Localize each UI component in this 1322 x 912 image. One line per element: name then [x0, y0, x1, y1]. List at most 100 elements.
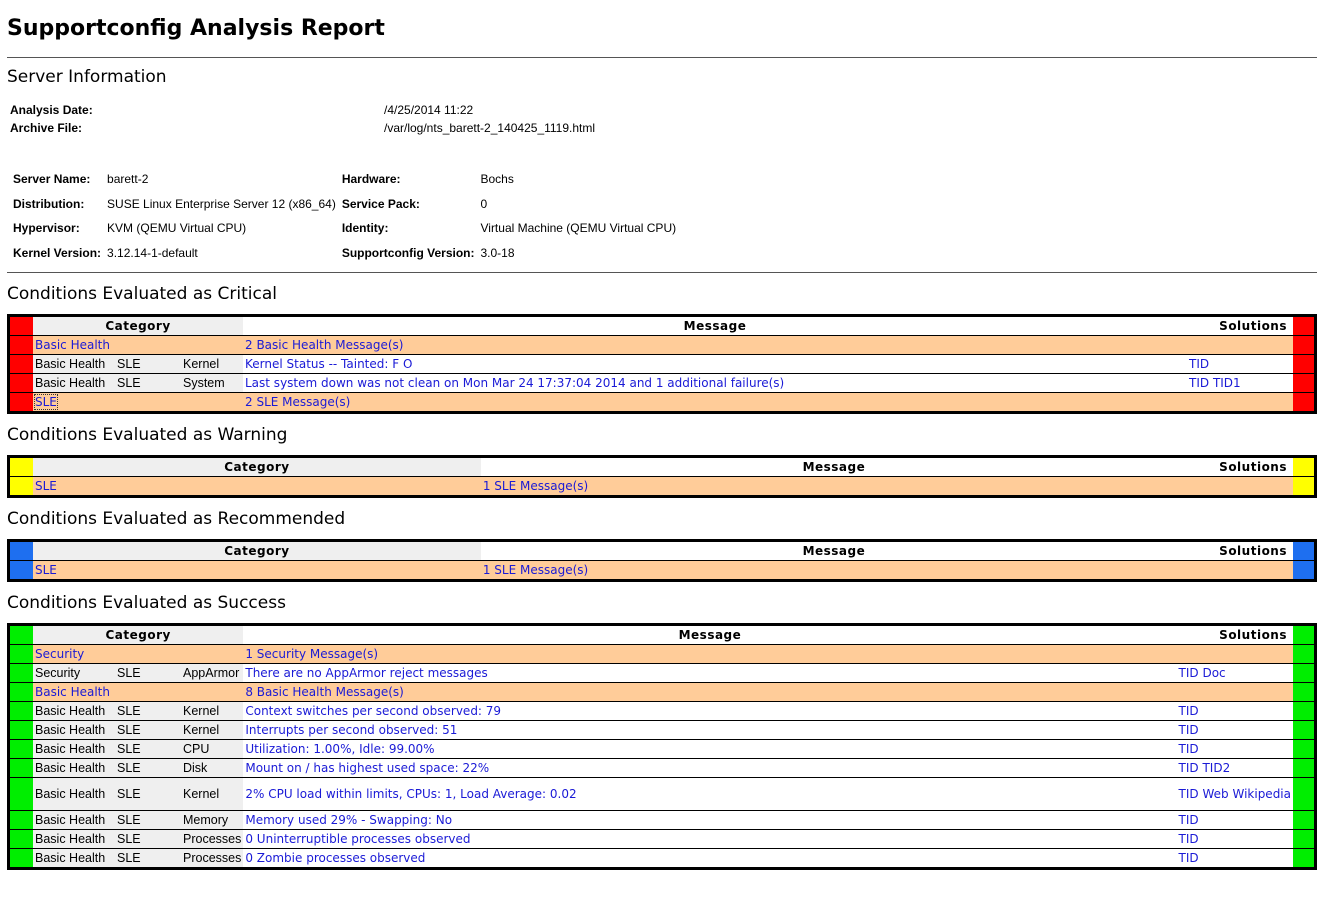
group-category-link[interactable]: SLE: [35, 563, 57, 577]
title-divider: [7, 57, 1317, 58]
group-message-cell: 8 Basic Health Message(s): [243, 682, 1177, 702]
category-cell: SLE: [115, 663, 181, 683]
severity-cell: [1293, 476, 1316, 497]
solutions-cell: TID: [1187, 354, 1293, 374]
solution-link-tid1[interactable]: TID1: [1213, 376, 1241, 390]
category-cell: SLE: [115, 829, 181, 849]
component-cell: Kernel: [181, 701, 244, 721]
message-link[interactable]: Interrupts per second observed: 51: [245, 723, 457, 737]
class-cell: Basic Health: [33, 701, 115, 721]
severity-cell: [1293, 560, 1316, 581]
kernel-version-value: 3.12.14-1-default: [107, 245, 198, 260]
message-link[interactable]: 2% CPU load within limits, CPUs: 1, Load…: [245, 787, 576, 801]
class-cell: Basic Health: [33, 777, 115, 811]
solution-link-doc[interactable]: Doc: [1202, 666, 1225, 680]
table-row: Basic Health SLE CPU Utilization: 1.00%, Id…: [8, 739, 1316, 759]
severity-cell: [1293, 373, 1316, 393]
component-cell: Disk: [181, 758, 244, 778]
category-column-header: Category: [33, 456, 481, 477]
message-link[interactable]: Kernel Status -- Tainted: F O: [245, 357, 412, 371]
message-link[interactable]: 0 Zombie processes observed: [245, 851, 425, 865]
solution-link-tid[interactable]: TID: [1179, 813, 1199, 827]
group-message-link[interactable]: 2 Basic Health Message(s): [245, 338, 403, 352]
solution-link-tid[interactable]: TID: [1179, 723, 1199, 737]
group-message-link[interactable]: 1 SLE Message(s): [483, 479, 588, 493]
group-category-link[interactable]: SLE: [34, 394, 58, 410]
solution-link-tid[interactable]: TID: [1189, 376, 1209, 390]
severity-cell: [1293, 392, 1316, 413]
category-column-header: Category: [33, 540, 481, 561]
solution-link-tid[interactable]: TID: [1179, 851, 1199, 865]
archive-file-value: /var/log/nts_barett-2_140425_1119.html: [384, 121, 596, 135]
solution-link-tid[interactable]: TID: [1179, 787, 1199, 801]
group-message-cell: 1 SLE Message(s): [480, 560, 1187, 581]
report-page: Supportconfig Analysis Report Server Inf…: [0, 0, 1322, 870]
group-message-cell: 1 SLE Message(s): [480, 476, 1187, 497]
group-category-cell: SLE: [33, 476, 481, 497]
solutions-cell: TID TID1: [1187, 373, 1293, 393]
hardware-label: Hardware:: [341, 172, 401, 187]
critical-section-heading: Conditions Evaluated as Critical: [7, 284, 277, 304]
solution-link-tid[interactable]: TID: [1189, 357, 1209, 371]
message-cell: Mount on / has highest used space: 22%: [243, 758, 1177, 778]
severity-cell: [8, 476, 33, 497]
component-cell: AppArmor: [181, 663, 244, 683]
recommended-severity-bar-right: [1293, 540, 1316, 561]
message-cell: Memory used 29% - Swapping: No: [243, 810, 1177, 830]
solution-link-tid[interactable]: TID: [1179, 742, 1199, 756]
table-row: Basic Health SLE Kernel Interrupts per seco…: [8, 720, 1316, 740]
group-category-link[interactable]: Security: [35, 647, 84, 661]
group-message-link[interactable]: 2 SLE Message(s): [245, 395, 350, 409]
severity-cell: [1293, 682, 1316, 702]
message-link[interactable]: 0 Uninterruptible processes observed: [245, 832, 470, 846]
group-message-cell: 2 SLE Message(s): [243, 392, 1187, 413]
solutions-cell: [1187, 335, 1293, 355]
severity-cell: [8, 392, 33, 413]
warning-severity-bar-right: [1293, 456, 1316, 477]
component-cell: Kernel: [181, 354, 243, 374]
solutions-cell: TID: [1176, 701, 1293, 721]
solution-link-tid2[interactable]: TID2: [1202, 761, 1230, 775]
service-pack-value: 0: [480, 196, 488, 211]
solution-link-tid[interactable]: TID: [1179, 666, 1199, 680]
group-category-cell: Security: [33, 644, 244, 664]
message-column-header: Message: [480, 540, 1187, 561]
solution-link-wikipedia[interactable]: Wikipedia: [1232, 787, 1291, 801]
severity-cell: [8, 739, 33, 759]
message-link[interactable]: Context switches per second observed: 79: [245, 704, 501, 718]
solutions-cell: [1176, 682, 1293, 702]
message-link[interactable]: Last system down was not clean on Mon Ma…: [245, 376, 784, 390]
group-category-link[interactable]: Basic Health: [35, 685, 110, 699]
server-information-heading: Server Information: [7, 67, 167, 87]
message-link[interactable]: Mount on / has highest used space: 22%: [245, 761, 489, 775]
solution-link-tid[interactable]: TID: [1179, 704, 1199, 718]
solutions-cell: TID Web Wikipedia: [1176, 777, 1293, 811]
recommended-severity-bar-left: [8, 540, 33, 561]
kernel-version-label: Kernel Version:: [13, 245, 102, 260]
table-row: Basic Health SLE Memory Memory used 29% - S…: [8, 810, 1316, 830]
group-category-link[interactable]: SLE: [35, 479, 57, 493]
message-link[interactable]: Utilization: 1.00%, Idle: 99.00%: [245, 742, 434, 756]
service-pack-label: Service Pack:: [341, 196, 420, 211]
solutions-cell: TID: [1176, 720, 1293, 740]
recommended-conditions-table: Category Message Solutions SLE 1 SLE Message…: [7, 539, 1317, 582]
critical-severity-bar-left: [8, 315, 33, 336]
group-message-link[interactable]: 1 SLE Message(s): [483, 563, 588, 577]
solution-link-tid[interactable]: TID: [1179, 761, 1199, 775]
solution-link-tid[interactable]: TID: [1179, 832, 1199, 846]
analysis-meta-table: Analysis Date: /4/25/2014 11:22 Archive …: [10, 101, 595, 137]
group-message-cell: 1 Security Message(s): [243, 644, 1177, 664]
group-message-link[interactable]: 8 Basic Health Message(s): [245, 685, 403, 699]
category-cell: SLE: [115, 354, 181, 374]
solution-link-web[interactable]: Web: [1202, 787, 1228, 801]
hypervisor-label: Hypervisor:: [13, 221, 80, 236]
archive-file-label: Archive File:: [10, 121, 83, 135]
message-link[interactable]: Memory used 29% - Swapping: No: [245, 813, 452, 827]
group-message-link[interactable]: 1 Security Message(s): [245, 647, 378, 661]
component-cell: Processes: [181, 848, 244, 869]
message-column-header: Message: [243, 315, 1187, 336]
severity-cell: [1293, 701, 1316, 721]
group-category-link[interactable]: Basic Health: [35, 338, 110, 352]
warning-severity-bar-left: [8, 456, 33, 477]
message-link[interactable]: There are no AppArmor reject messages: [245, 666, 487, 680]
